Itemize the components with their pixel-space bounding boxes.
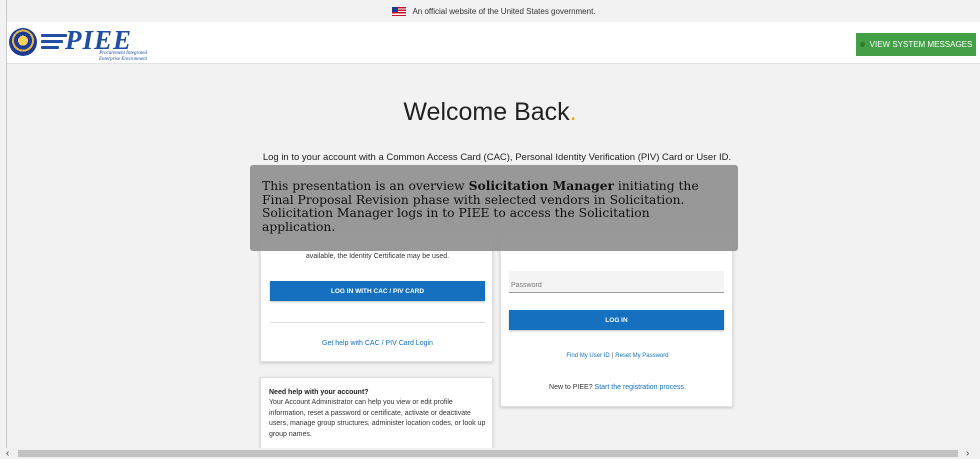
page-title: Welcome Back. (0, 98, 980, 127)
caption-text-1: This presentation is an overview (262, 179, 469, 193)
welcome-accent-dot: . (569, 98, 577, 126)
reset-password-link[interactable]: Reset My Password (615, 353, 668, 359)
scrollbar-thumb[interactable] (18, 450, 958, 457)
registration-prompt: New to PIEE? Start the registration proc… (501, 384, 734, 391)
cac-login-button[interactable]: LOG IN WITH CAC / PIV CARD (270, 281, 485, 301)
password-input[interactable] (509, 271, 724, 293)
help-card-title: Need help with your account? (269, 389, 369, 396)
login-button[interactable]: LOG IN (509, 310, 724, 330)
gov-banner: An official website of the United States… (8, 0, 980, 22)
piee-logo-lines (41, 32, 67, 52)
new-to-piee-text: New to PIEE? (549, 384, 593, 391)
welcome-title-text: Welcome Back (403, 98, 570, 126)
bell-icon (859, 42, 865, 47)
scroll-left-icon[interactable]: ‹ (6, 448, 9, 459)
horizontal-scrollbar[interactable]: ‹ › (0, 448, 980, 459)
gov-banner-text: An official website of the United States… (412, 6, 596, 16)
account-links: Find My User ID | Reset My Password (501, 353, 734, 359)
login-intro-text: Log in to your account with a Common Acc… (262, 152, 732, 163)
us-flag-icon (392, 6, 407, 16)
registration-link[interactable]: Start the registration process. (595, 384, 686, 391)
help-card-body: Your Account Administrator can help you … (269, 399, 486, 438)
scroll-right-icon[interactable]: › (966, 448, 969, 459)
view-system-messages-label: VIEW SYSTEM MESSAGES (869, 40, 973, 49)
links-separator: | (611, 353, 614, 359)
piee-logo-subtitle: Procurement Integrated Enterprise Enviro… (77, 51, 147, 62)
presentation-caption-overlay: This presentation is an overview Solicit… (250, 165, 738, 251)
cac-divider (270, 322, 485, 323)
find-user-id-link[interactable]: Find My User ID (566, 353, 609, 359)
view-system-messages-button[interactable]: VIEW SYSTEM MESSAGES (856, 33, 976, 56)
cac-login-card: available, the Identity Certificate may … (260, 235, 493, 362)
cac-help-link[interactable]: Get help with CAC / PIV Card Login (261, 340, 494, 347)
logo-subtitle-line-2: Enterprise Environment (98, 56, 147, 62)
userid-login-card: LOG IN Find My User ID | Reset My Password… (500, 235, 733, 407)
dod-seal-icon (9, 28, 37, 56)
cac-info-text: available, the Identity Certificate may … (305, 253, 450, 260)
caption-bold-role: Solicitation Manager (468, 178, 615, 193)
page-left-border (6, 0, 7, 459)
account-help-card: Need help with your account? Your Accoun… (260, 377, 493, 459)
site-header: PIEE Procurement Integrated Enterprise E… (7, 22, 980, 64)
